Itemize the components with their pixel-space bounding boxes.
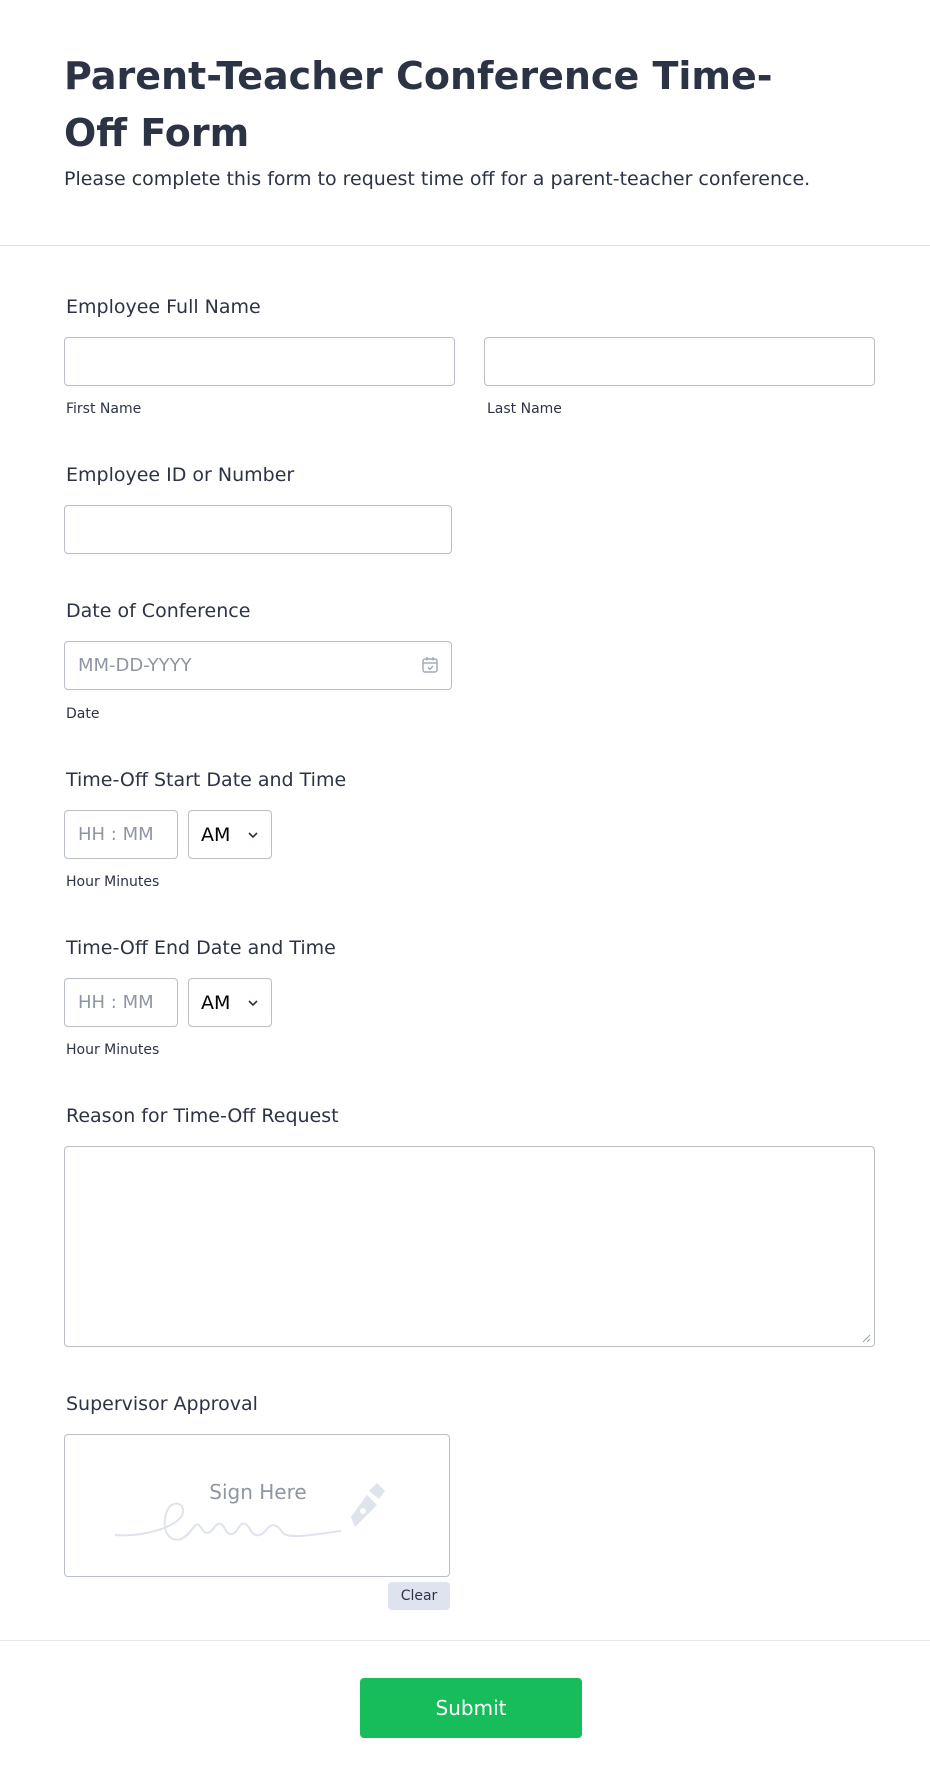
clear-signature-button[interactable]: Clear <box>388 1582 450 1610</box>
form-subtitle: Please complete this form to request tim… <box>64 168 811 190</box>
form-title: Parent-Teacher Conference Time-Off Form <box>64 54 773 155</box>
chevron-down-icon <box>248 1000 258 1007</box>
approval-label: Supervisor Approval <box>66 1393 258 1415</box>
calendar-icon[interactable] <box>421 656 439 674</box>
start-time-input[interactable]: HH : MM <box>64 810 178 859</box>
start-ampm-select[interactable]: AM <box>188 810 272 859</box>
end-ampm-select[interactable]: AM <box>188 978 272 1027</box>
start-time-label: Time-Off Start Date and Time <box>66 769 347 791</box>
last-name-sublabel: Last Name <box>487 401 562 417</box>
conference-date-label: Date of Conference <box>66 600 251 622</box>
submit-button[interactable]: Submit <box>360 1678 582 1738</box>
sign-here-prompt: Sign Here <box>209 1480 307 1504</box>
conference-date-sublabel: Date <box>66 706 100 722</box>
first-name-input[interactable] <box>64 337 455 386</box>
start-time-placeholder: HH : MM <box>78 824 154 845</box>
start-ampm-value: AM <box>201 824 231 846</box>
employee-name-label: Employee Full Name <box>66 296 261 318</box>
last-name-input[interactable] <box>484 337 875 386</box>
signature-pad[interactable]: Sign Here <box>64 1434 450 1577</box>
end-time-placeholder: HH : MM <box>78 992 154 1013</box>
reason-textarea[interactable] <box>64 1146 875 1347</box>
end-time-label: Time-Off End Date and Time <box>66 937 336 959</box>
form-header: Parent-Teacher Conference Time-Off Form … <box>0 0 930 246</box>
resize-grip-icon[interactable] <box>861 1333 871 1343</box>
employee-id-label: Employee ID or Number <box>66 464 295 486</box>
first-name-sublabel: First Name <box>66 401 142 417</box>
chevron-down-icon <box>248 832 258 839</box>
conference-date-placeholder: MM-DD-YYYY <box>78 655 192 676</box>
footer-divider <box>0 1640 930 1641</box>
conference-date-input[interactable]: MM-DD-YYYY <box>64 641 452 690</box>
start-time-sublabel: Hour Minutes <box>66 874 160 890</box>
reason-label: Reason for Time-Off Request <box>66 1105 339 1127</box>
employee-id-input[interactable] <box>64 505 452 554</box>
end-ampm-value: AM <box>201 992 231 1014</box>
end-time-input[interactable]: HH : MM <box>64 978 178 1027</box>
end-time-sublabel: Hour Minutes <box>66 1042 160 1058</box>
